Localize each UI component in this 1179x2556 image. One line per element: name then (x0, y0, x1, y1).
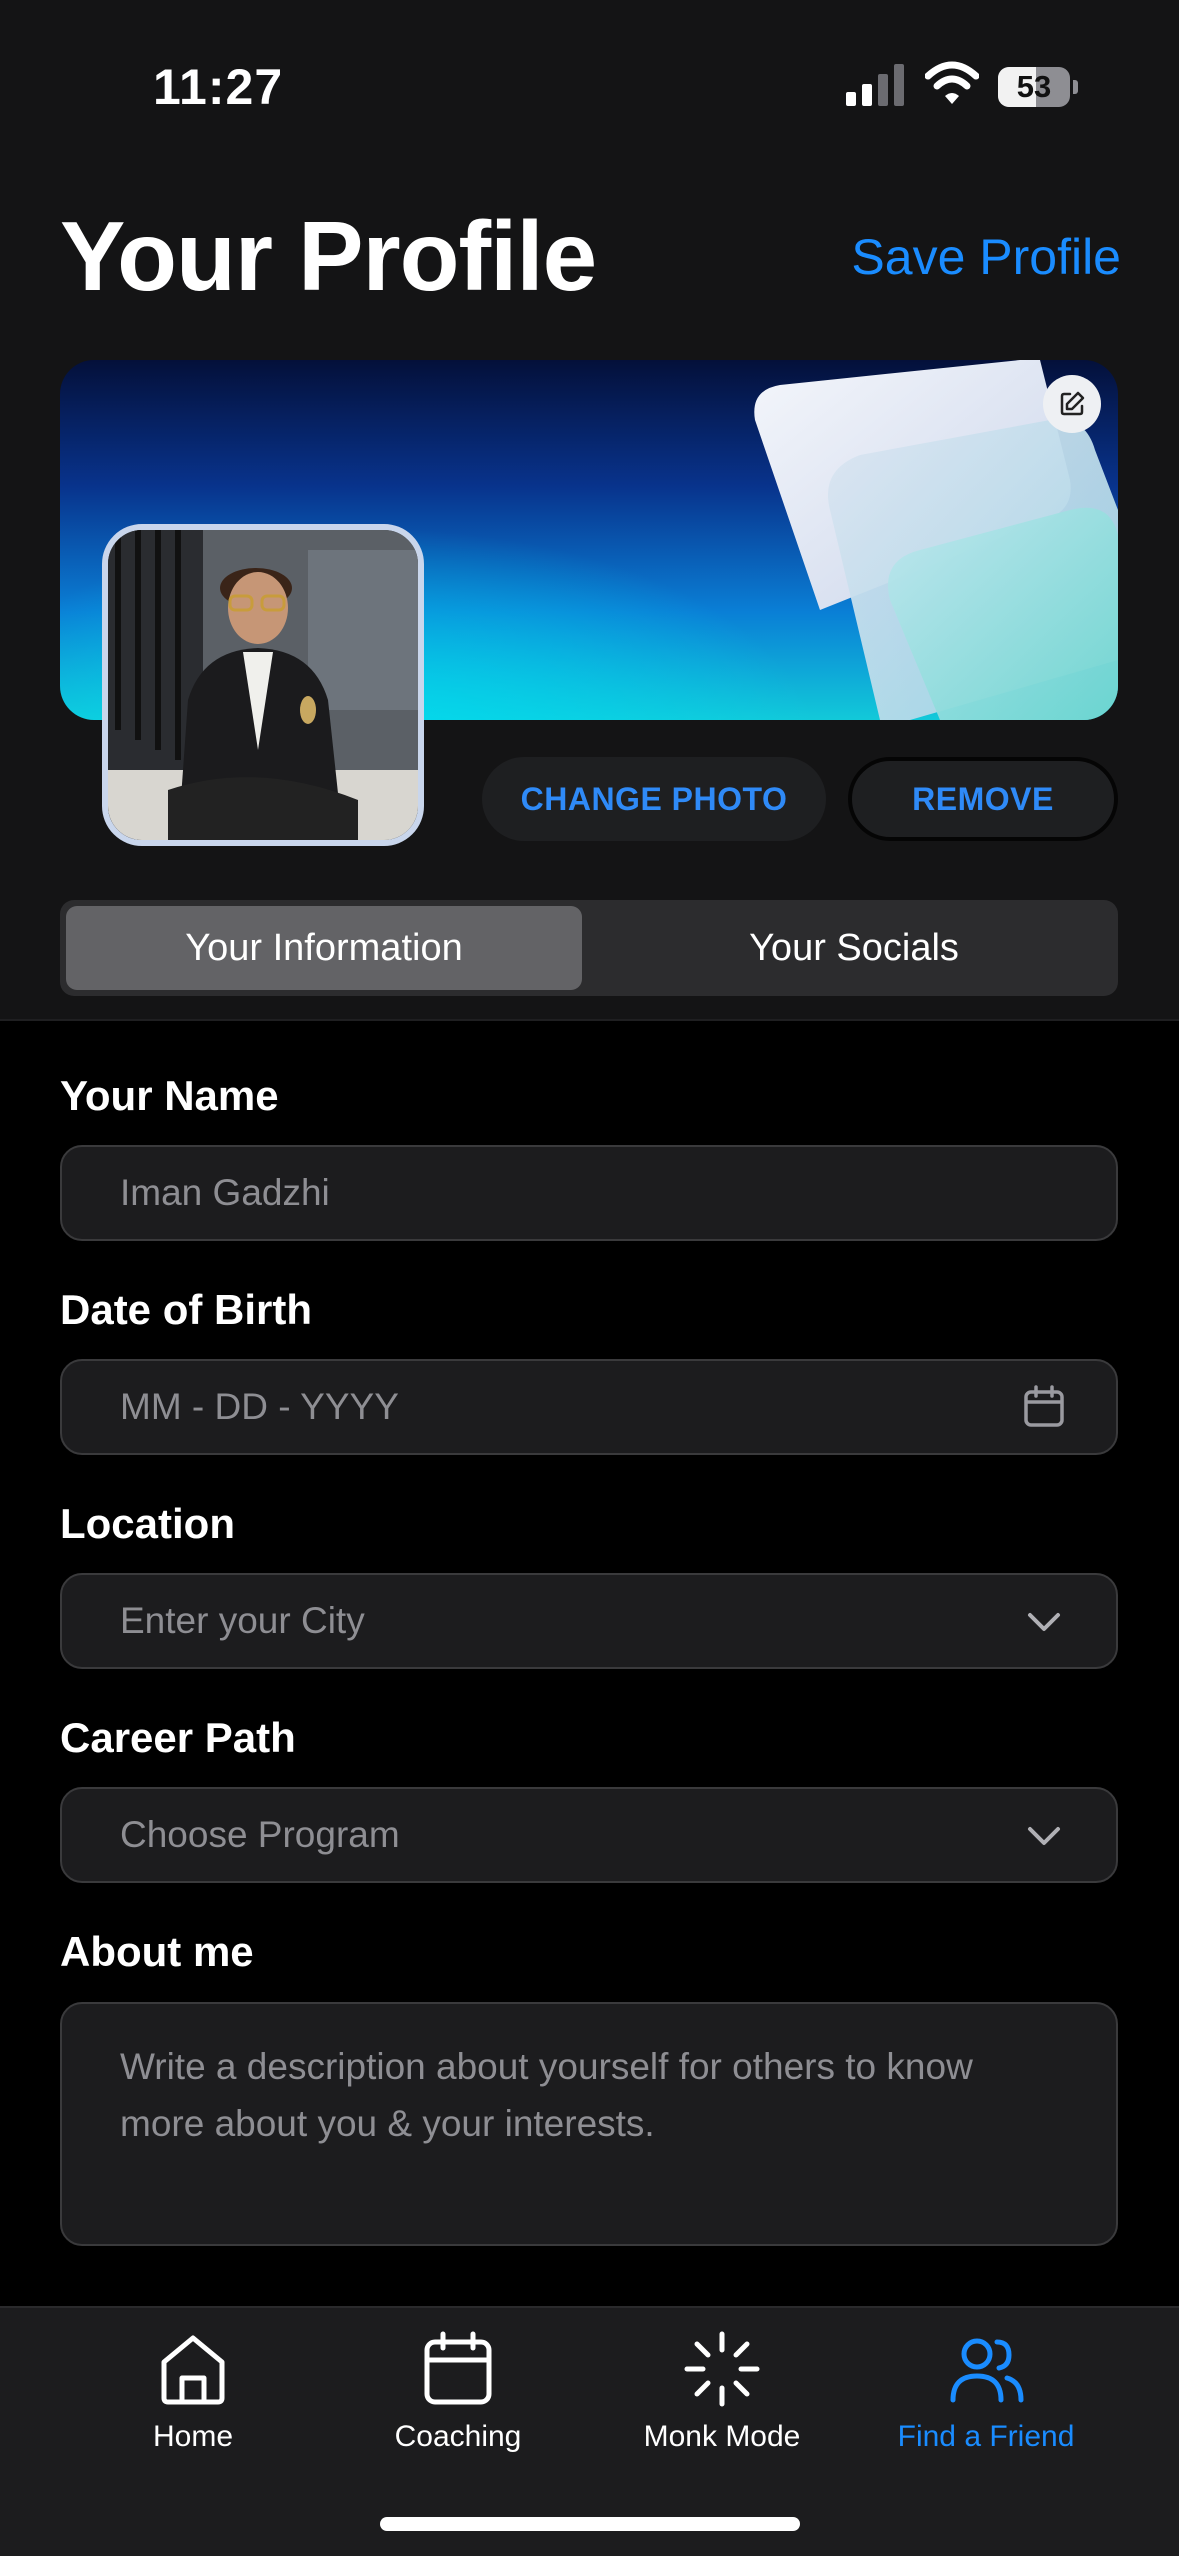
calendar-icon (424, 2331, 492, 2405)
name-value: Iman Gadzhi (120, 1172, 330, 1213)
profile-segmented-control: Your Information Your Socials (60, 900, 1118, 996)
edit-icon (1060, 391, 1085, 416)
name-field[interactable]: Iman Gadzhi (60, 1145, 1118, 1241)
location-field[interactable]: Enter your City (60, 1573, 1118, 1669)
home-icon (161, 2335, 225, 2405)
tab-find-a-friend[interactable]: Find a Friend (866, 2328, 1106, 2454)
name-label: Your Name (60, 1072, 279, 1119)
profile-avatar[interactable] (102, 524, 424, 846)
page-title: Your Profile (60, 201, 597, 311)
dob-placeholder: MM - DD - YYYY (120, 1386, 399, 1427)
change-photo-button[interactable]: CHANGE PHOTO (482, 757, 826, 841)
chevron-down-icon (1028, 1827, 1060, 1845)
save-profile-button[interactable]: Save Profile (851, 228, 1121, 286)
profile-photo (108, 530, 418, 840)
tab-coaching-label: Coaching (394, 2420, 522, 2453)
header-divider (0, 1019, 1179, 1021)
people-icon (950, 2338, 1024, 2403)
about-label: About me (60, 1928, 254, 1975)
calendar-icon[interactable] (1022, 1385, 1066, 1429)
tab-your-information[interactable]: Your Information (66, 906, 582, 990)
location-label: Location (60, 1500, 235, 1547)
tab-your-socials[interactable]: Your Socials (596, 906, 1112, 990)
spinner-icon (684, 2331, 760, 2407)
date-of-birth-field[interactable]: MM - DD - YYYY (60, 1359, 1118, 1455)
wifi-icon (925, 61, 979, 104)
edit-cover-button[interactable] (1043, 375, 1101, 433)
remove-photo-button[interactable]: REMOVE (848, 757, 1118, 841)
dob-label: Date of Birth (60, 1286, 312, 1333)
tab-monk-mode[interactable]: Monk Mode (602, 2328, 842, 2454)
battery-indicator: 53 (998, 67, 1078, 107)
about-me-textarea[interactable]: Write a description about yourself for o… (60, 2002, 1118, 2246)
location-placeholder: Enter your City (120, 1600, 365, 1641)
tab-home[interactable]: Home (73, 2328, 313, 2454)
career-placeholder: Choose Program (120, 1814, 400, 1855)
tab-coaching[interactable]: Coaching (338, 2328, 578, 2454)
tab-monk-mode-label: Monk Mode (643, 2420, 801, 2453)
tab-find-a-friend-label: Find a Friend (897, 2420, 1075, 2453)
home-indicator (380, 2517, 800, 2531)
about-placeholder: Write a description about yourself for o… (120, 2046, 973, 2144)
battery-percent: 53 (1016, 69, 1052, 104)
tab-home-label: Home (152, 2420, 234, 2453)
chevron-down-icon (1028, 1613, 1060, 1631)
career-path-field[interactable]: Choose Program (60, 1787, 1118, 1883)
cellular-signal-icon (846, 64, 904, 106)
status-time: 11:27 (153, 59, 284, 115)
career-label: Career Path (60, 1714, 296, 1761)
